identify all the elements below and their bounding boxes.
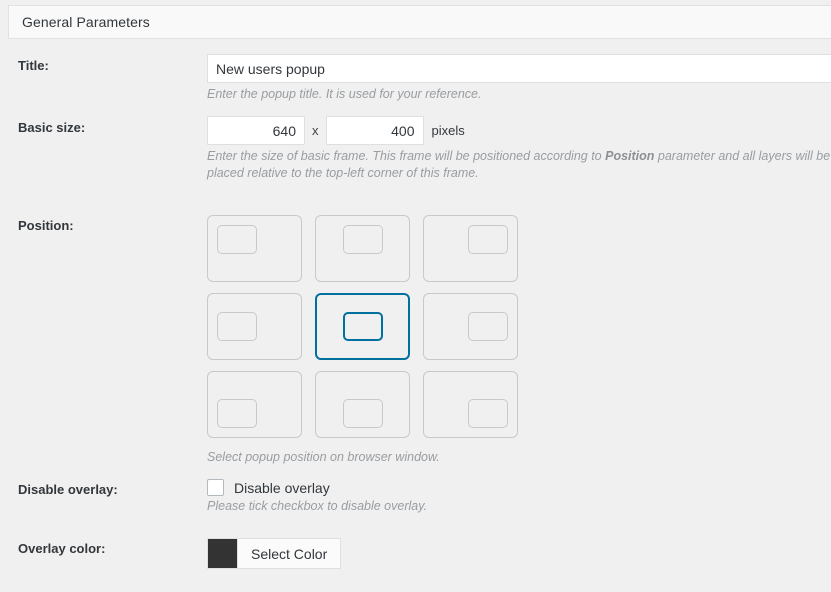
size-separator: x	[312, 123, 319, 138]
position-grid	[207, 215, 518, 438]
title-label: Title:	[18, 58, 49, 73]
position-preview-rect	[468, 225, 508, 254]
disable-overlay-checkbox-label[interactable]: Disable overlay	[234, 480, 330, 496]
general-parameters-form: Title: Enter the popup title. It is used…	[0, 40, 831, 592]
position-preview-rect	[217, 399, 257, 428]
overlay-color-swatch[interactable]	[207, 538, 237, 569]
position-description: Select popup position on browser window.	[207, 450, 440, 464]
position-tile-bottom-left[interactable]	[207, 371, 302, 438]
position-preview-rect	[342, 225, 383, 254]
disable-overlay-control: Disable overlay	[207, 479, 831, 496]
row-overlay-color: Overlay color: Select Color	[0, 532, 831, 592]
panel-header: General Parameters	[8, 5, 831, 39]
basic-size-width-input[interactable]	[207, 116, 305, 145]
basic-size-description: Enter the size of basic frame. This fram…	[207, 148, 831, 182]
position-tile-bottom-center[interactable]	[315, 371, 410, 438]
position-tile-top-right[interactable]	[423, 215, 518, 282]
row-basic-size: Basic size: x pixels Enter the size of b…	[0, 98, 831, 185]
position-label: Position:	[18, 218, 74, 233]
disable-overlay-description: Please tick checkbox to disable overlay.	[207, 499, 428, 513]
position-tile-middle-center[interactable]	[315, 293, 410, 360]
position-preview-rect	[217, 312, 257, 341]
basic-size-description-emphasis: Position	[605, 149, 655, 163]
position-preview-rect-selected	[342, 312, 383, 341]
select-color-button[interactable]: Select Color	[237, 538, 342, 569]
row-title: Title: Enter the popup title. It is used…	[0, 40, 831, 101]
position-preview-rect	[342, 399, 383, 428]
position-tile-top-left[interactable]	[207, 215, 302, 282]
position-tile-top-center[interactable]	[315, 215, 410, 282]
basic-size-description-part1: Enter the size of basic frame. This fram…	[207, 149, 606, 163]
disable-overlay-checkbox[interactable]	[207, 479, 224, 496]
position-tile-bottom-right[interactable]	[423, 371, 518, 438]
disable-overlay-label: Disable overlay:	[18, 482, 118, 497]
position-preview-rect	[468, 312, 508, 341]
overlay-color-label: Overlay color:	[18, 541, 106, 556]
row-disable-overlay: Disable overlay: Disable overlay Please …	[0, 475, 831, 532]
panel-header-title: General Parameters	[22, 14, 150, 30]
basic-size-label: Basic size:	[18, 120, 86, 135]
overlay-color-control: Select Color	[207, 538, 831, 569]
position-tile-middle-right[interactable]	[423, 293, 518, 360]
size-unit-label: pixels	[431, 123, 465, 138]
position-preview-rect	[468, 399, 508, 428]
basic-size-inputs: x pixels	[207, 116, 831, 145]
position-tile-middle-left[interactable]	[207, 293, 302, 360]
position-preview-rect	[217, 225, 257, 254]
row-position: Position: Select popup position on brows…	[0, 185, 831, 475]
basic-size-height-input[interactable]	[325, 116, 424, 145]
title-input[interactable]	[207, 54, 831, 83]
